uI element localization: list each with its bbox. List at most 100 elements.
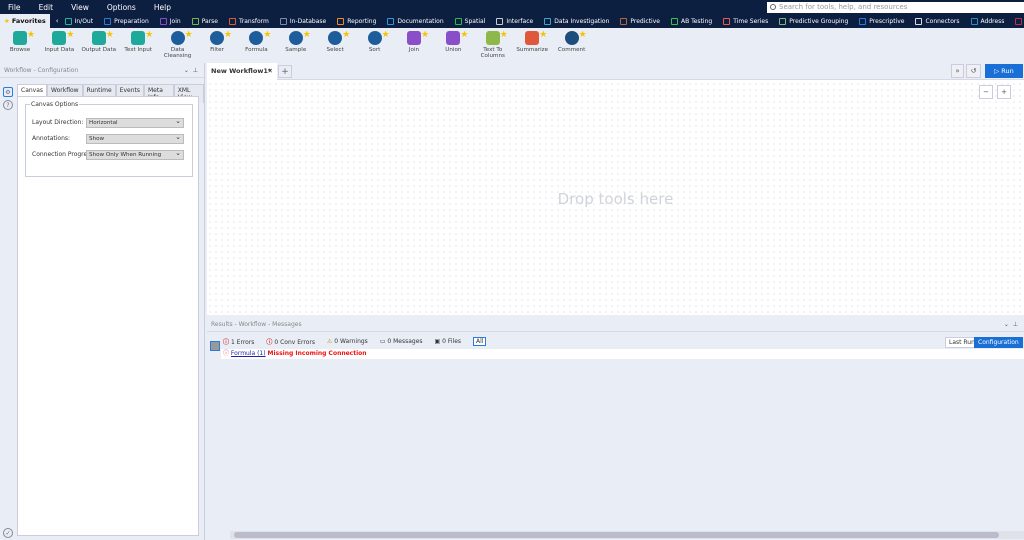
tool-button[interactable]: ★ Text Input [118,31,158,54]
tab-favorites[interactable]: ★ Favorites [0,14,50,28]
tool-label: Sample [285,47,307,53]
tab-category[interactable]: Join [159,17,181,25]
tool-icon [288,31,303,45]
scroll-left-icon[interactable]: ‹ [56,17,59,25]
star-icon[interactable]: ★ [27,31,35,40]
help-icon[interactable]: ? [3,100,13,110]
menu-options[interactable]: Options [107,3,136,12]
tool-button[interactable]: ★ Sort [355,31,395,53]
category-icon [970,17,978,25]
all-filter[interactable]: All [473,337,487,346]
star-icon[interactable]: ★ [224,31,232,40]
star-icon[interactable]: ★ [263,31,271,40]
tab-category[interactable]: Connectors [915,17,960,25]
add-tab-button[interactable]: + [278,65,292,78]
search-input[interactable]: Search for tools, help, and resources [767,2,1024,13]
tab-category[interactable]: Documentation [387,17,444,25]
tool-category-bar: ★ Favorites ‹ In/Out Preparation Join Parse T… [0,14,1024,28]
tab-category[interactable]: In/Out [64,17,94,25]
tab-category[interactable]: Demogr [1015,17,1024,25]
tool-button[interactable]: ★ Output Data [79,31,119,54]
star-icon[interactable]: ★ [106,31,114,40]
tab-category[interactable]: AB Testing [670,17,712,25]
messages-filter[interactable]: ▭ 0 Messages [380,338,429,345]
tab-category[interactable]: Spatial [454,17,485,25]
tab-category[interactable]: Reporting [337,17,376,25]
category-icon [779,17,787,25]
tool-label: Sort [368,47,381,53]
tool-palette: ★ Browse ★ Input Data ★ Output Data ★ Text Inpu… [0,28,1024,62]
connection-progress-select[interactable]: Show Only When Running [86,149,184,160]
tool-button[interactable]: ★ Filter [197,31,237,53]
star-icon[interactable]: ★ [539,31,547,40]
menu-edit[interactable]: Edit [39,3,54,12]
warnings-filter[interactable]: ⚠ 0 Warnings [327,338,374,345]
tool-button[interactable]: ★ Join [394,31,434,53]
layout-direction-select[interactable]: Horizontal [86,117,184,128]
tool-button[interactable]: ★ Select [315,31,355,54]
tab-category[interactable]: Data Investigation [544,17,609,25]
zoom-out-button[interactable]: − [979,85,993,99]
annotations-select[interactable]: Show [86,133,184,144]
tool-button[interactable]: ★ Input Data [39,31,79,54]
tab-label: New Workflow1* [211,67,272,75]
configuration-button[interactable]: Configuration [974,337,1023,348]
menu-file[interactable]: File [8,3,21,12]
tool-button[interactable]: ★ Union [433,31,473,54]
tab-category[interactable]: In-Database [279,17,326,25]
close-icon[interactable]: ✕ [268,63,273,80]
collapse-pin-icons[interactable]: ⌄ ⊥ [1004,317,1018,332]
tab-new-workflow[interactable]: New Workflow1* ✕ [207,63,277,80]
menu-help[interactable]: Help [154,3,171,12]
star-icon[interactable]: ★ [185,31,193,40]
tool-button[interactable]: ★ Sample [276,31,316,54]
star-icon[interactable]: ★ [500,31,508,40]
star-icon[interactable]: ★ [66,31,74,40]
tool-icon [210,31,224,45]
tab-category[interactable]: Address [970,17,1004,25]
run-button[interactable]: ▷ Run [985,64,1023,78]
tab-category[interactable]: Interface [496,17,534,25]
workflow-canvas[interactable] [207,63,1024,315]
errors-filter[interactable]: ⓘ 1 Errors [223,337,260,346]
conv-errors-filter[interactable]: ⓘ 0 Conv Errors [266,337,321,346]
tab-category[interactable]: Transform [229,17,269,25]
expand-icon[interactable]: » [951,64,964,78]
tool-button[interactable]: ★ Formula [236,31,276,54]
menu-view[interactable]: View [71,3,89,12]
results-title: Results - Workflow - Messages [211,321,302,328]
star-icon[interactable]: ★ [421,31,429,40]
tool-link[interactable]: Formula (1) [231,350,266,357]
tool-button[interactable]: ★ Text To Columns [473,31,513,60]
tool-button[interactable]: ★ Summarize [512,31,552,54]
category-icon [64,17,72,25]
star-icon[interactable]: ★ [460,31,468,40]
tab-category[interactable]: Parse [191,17,218,25]
tab-category[interactable]: Predictive Grouping [779,17,848,25]
tool-button[interactable]: ★ Data Cleansing [158,31,198,60]
category-icon [620,17,628,25]
tool-button[interactable]: ★ Comment [552,31,592,54]
star-icon[interactable]: ★ [145,31,153,40]
select-all-icon[interactable] [210,341,220,351]
star-icon[interactable]: ★ [382,31,390,40]
category-label: In/Out [74,17,94,25]
files-filter[interactable]: ▣ 0 Files [435,338,467,345]
horizontal-scrollbar[interactable] [230,531,1024,539]
star-icon[interactable]: ★ [303,31,311,40]
tab-category[interactable]: Time Series [723,17,768,25]
category-label: Interface [506,17,534,25]
gear-icon[interactable]: ⚙ [3,87,13,97]
tab-category[interactable]: Preparation [104,17,149,25]
collapse-pin-icons[interactable]: ⌄ ⊥ [184,63,198,78]
tab-category[interactable]: Prescriptive [859,17,904,25]
error-message: Missing Incoming Connection [267,350,367,357]
tab-category[interactable]: Predictive [620,17,660,25]
tool-label: Select [326,47,344,53]
tool-button[interactable]: ★ Browse [0,31,40,54]
star-icon[interactable]: ★ [579,31,587,40]
star-icon[interactable]: ★ [342,31,350,40]
history-icon[interactable]: ↺ [966,64,981,78]
category-icon [670,17,678,25]
zoom-in-button[interactable]: + [997,85,1011,99]
